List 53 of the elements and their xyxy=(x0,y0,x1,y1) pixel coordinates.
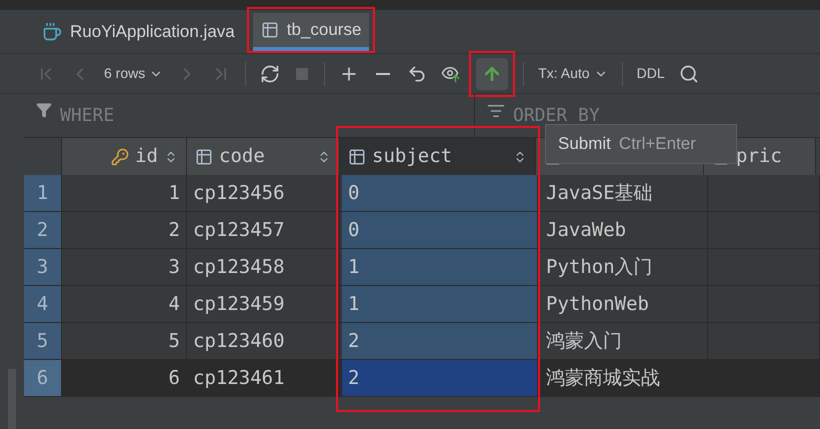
column-header[interactable]: id xyxy=(62,138,187,175)
table-cell: 6 xyxy=(62,360,187,396)
filter-icon xyxy=(36,102,52,118)
table-cell: cp123460 xyxy=(187,323,340,359)
table-cell: cp123457 xyxy=(187,212,340,248)
column-header[interactable]: code xyxy=(187,138,340,175)
table-cell: 鸿蒙入门 xyxy=(540,323,708,359)
table-cell: 鸿蒙商城实战 xyxy=(540,360,708,396)
search-icon xyxy=(678,64,699,84)
shortcut-label: Ctrl+Enter xyxy=(618,133,696,156)
table-cell: JavaSE基础 xyxy=(540,175,708,211)
table-cell: 1 xyxy=(62,175,187,211)
reload-icon xyxy=(260,64,280,84)
table-cell: 1 xyxy=(342,286,538,322)
column-icon xyxy=(348,148,366,166)
row-number[interactable]: 4 xyxy=(24,286,62,322)
ddl-button[interactable]: DDL xyxy=(630,58,671,90)
table-cell: 2 xyxy=(342,360,538,396)
editor-tab[interactable]: tb_course xyxy=(252,13,370,51)
table-cell: 5 xyxy=(62,323,187,359)
key-column-icon xyxy=(111,148,130,166)
table-cell: cp123456 xyxy=(187,175,340,211)
row-number[interactable]: 5 xyxy=(24,323,62,359)
java-class-icon xyxy=(42,22,62,42)
table-cell: 0 xyxy=(342,175,538,211)
row-number[interactable]: 3 xyxy=(24,249,62,285)
rows-dropdown[interactable]: 6 rows xyxy=(98,58,170,90)
table-cell: PythonWeb xyxy=(540,286,708,322)
row-number[interactable]: 2 xyxy=(24,212,62,248)
column-icon xyxy=(195,148,213,166)
table-cell: 2 xyxy=(342,323,538,359)
table-cell: cp123459 xyxy=(187,286,340,322)
table-cell: JavaWeb xyxy=(540,212,708,248)
table-cell: 3 xyxy=(62,249,187,285)
sort-icon xyxy=(487,102,505,120)
table-cell: 4 xyxy=(62,286,187,322)
tooltip-label: Submit xyxy=(558,133,611,156)
row-number[interactable]: 1 xyxy=(24,175,62,211)
transaction-dropdown[interactable]: Tx: Auto xyxy=(532,58,614,90)
table-cell: cp123461 xyxy=(187,360,340,396)
row-number[interactable]: 6 xyxy=(24,360,62,396)
table-cell: cp123458 xyxy=(187,249,340,285)
stop-icon xyxy=(294,66,310,82)
table-cell: Python入门 xyxy=(540,249,708,285)
table-icon xyxy=(260,21,279,39)
table-cell: 1 xyxy=(342,249,538,285)
editor-tab[interactable]: RuoYiApplication.java xyxy=(34,15,243,53)
column-header[interactable]: subject xyxy=(340,138,536,175)
table-cell: 0 xyxy=(342,212,538,248)
revert-icon xyxy=(407,64,428,84)
minus-icon xyxy=(376,72,390,74)
submit-button[interactable] xyxy=(476,58,508,90)
table-cell: 2 xyxy=(62,212,187,248)
